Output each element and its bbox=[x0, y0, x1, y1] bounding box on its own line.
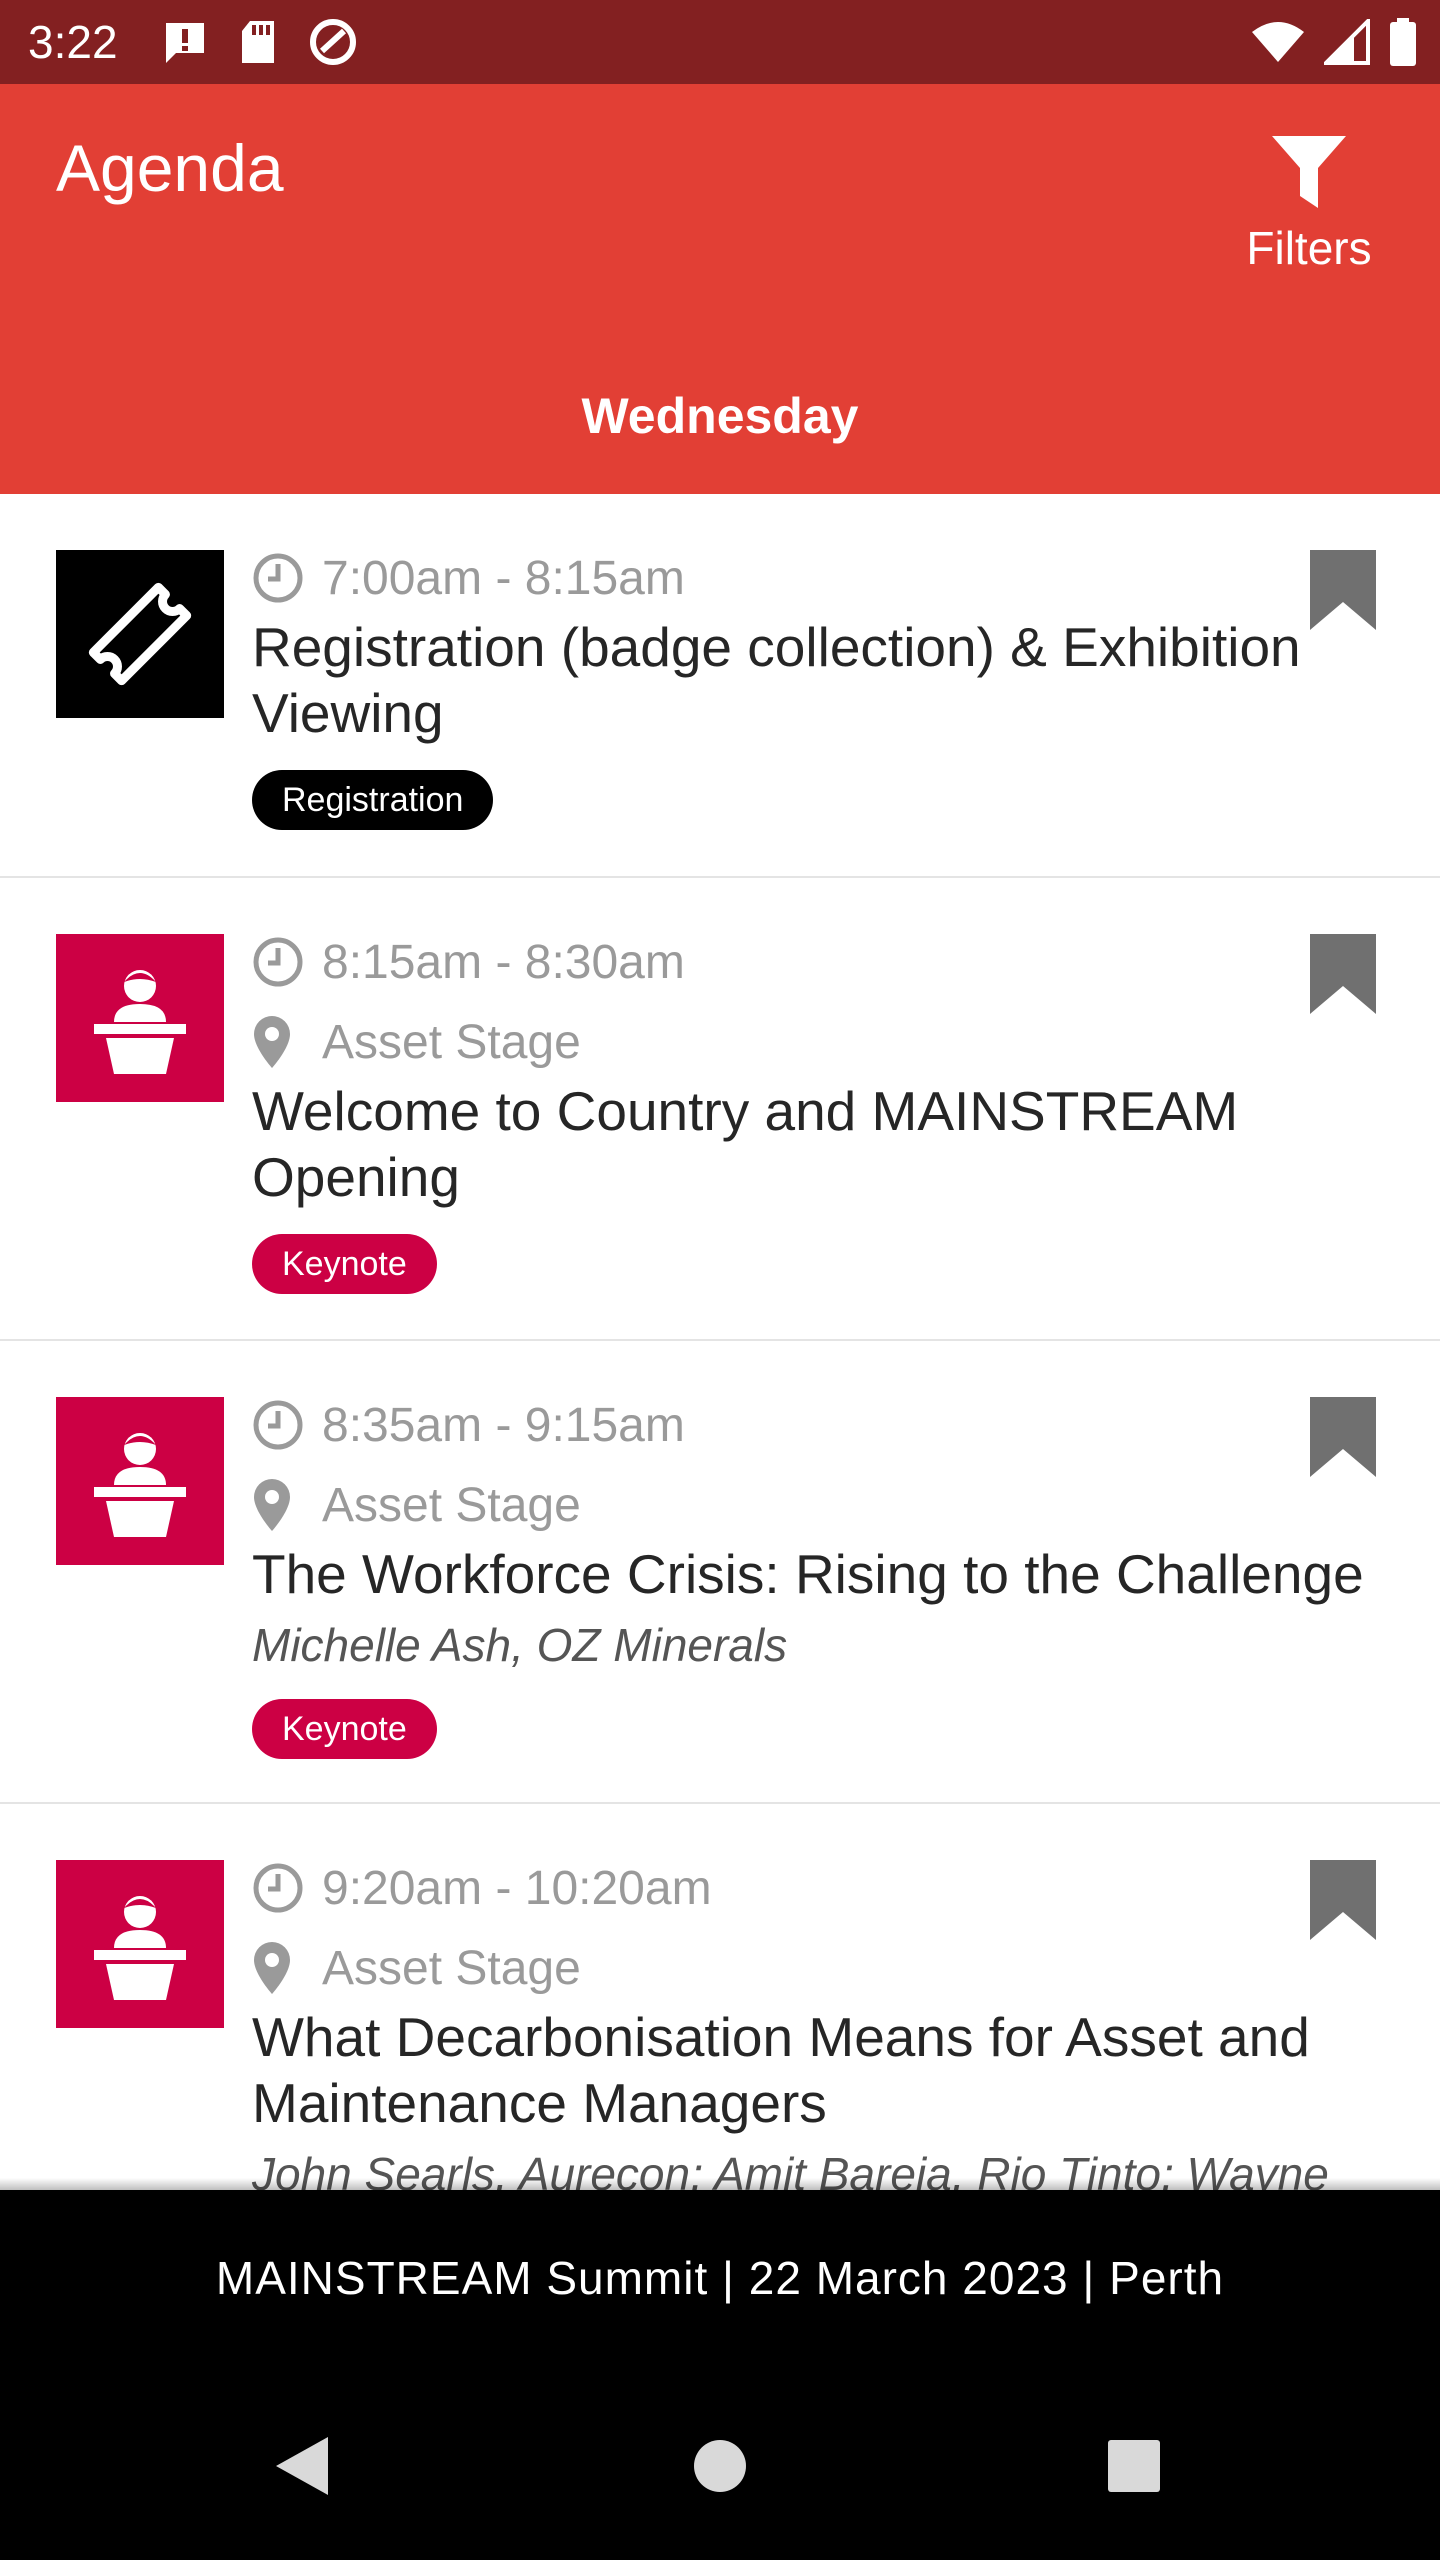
session-time: 7:00am - 8:15am bbox=[322, 551, 685, 605]
cell-signal-icon bbox=[1324, 19, 1370, 65]
session-title[interactable]: Registration (badge collection) & Exhibi… bbox=[252, 614, 1400, 746]
bookmark-icon[interactable] bbox=[1310, 1397, 1376, 1477]
session-time: 8:15am - 8:30am bbox=[322, 935, 685, 989]
speaker-podium-icon bbox=[94, 1896, 186, 2000]
clock-icon bbox=[252, 934, 304, 990]
session-item[interactable]: 8:15am - 8:30am Asset Stage Welcome to C… bbox=[0, 878, 1440, 1341]
back-button[interactable] bbox=[262, 2426, 342, 2506]
session-content: 8:35am - 9:15am Asset Stage The Workforc… bbox=[252, 1397, 1400, 1759]
session-location: Asset Stage bbox=[322, 1941, 581, 1995]
recents-square-icon bbox=[1108, 2440, 1160, 2492]
session-location: Asset Stage bbox=[322, 1015, 581, 1069]
session-title[interactable]: What Decarbonisation Means for Asset and… bbox=[252, 2004, 1400, 2136]
location-pin-icon bbox=[252, 1477, 304, 1533]
session-time-row: 9:20am - 10:20am bbox=[252, 1860, 1400, 1916]
session-time-row: 7:00am - 8:15am bbox=[252, 550, 1400, 606]
session-location-row: Asset Stage bbox=[252, 1940, 1400, 1996]
session-tag: Registration bbox=[252, 770, 494, 830]
session-tag: Keynote bbox=[252, 1234, 437, 1294]
system-navigation-bar bbox=[0, 2366, 1440, 2560]
status-system-icons bbox=[1250, 18, 1418, 66]
status-notification-icons bbox=[162, 18, 358, 66]
battery-icon bbox=[1390, 18, 1416, 66]
back-triangle-icon bbox=[276, 2437, 328, 2495]
app-bar: Agenda Filters Wednesday bbox=[0, 84, 1440, 494]
speaker-podium-icon bbox=[94, 970, 186, 1074]
page-title: Agenda bbox=[56, 131, 284, 205]
session-title[interactable]: The Workforce Crisis: Rising to the Chal… bbox=[252, 1541, 1400, 1607]
clock-icon bbox=[252, 1860, 304, 1916]
session-item[interactable]: 7:00am - 8:15am Registration (badge coll… bbox=[0, 494, 1440, 878]
agenda-list[interactable]: 7:00am - 8:15am Registration (badge coll… bbox=[0, 494, 1440, 2190]
session-time-row: 8:35am - 9:15am bbox=[252, 1397, 1400, 1453]
session-tag: Keynote bbox=[252, 1699, 437, 1759]
session-thumbnail bbox=[56, 934, 224, 1102]
recents-button[interactable] bbox=[1094, 2426, 1174, 2506]
session-thumbnail bbox=[56, 1397, 224, 1565]
session-location: Asset Stage bbox=[322, 1478, 581, 1532]
home-button[interactable] bbox=[680, 2426, 760, 2506]
session-location-row: Asset Stage bbox=[252, 1014, 1400, 1070]
wifi-icon bbox=[1252, 22, 1304, 62]
status-time: 3:22 bbox=[28, 16, 118, 68]
session-content: 7:00am - 8:15am Registration (badge coll… bbox=[252, 550, 1400, 830]
filter-funnel-icon bbox=[1272, 136, 1346, 208]
bookmark-icon[interactable] bbox=[1310, 550, 1376, 630]
filters-label: Filters bbox=[1246, 222, 1372, 274]
location-pin-icon bbox=[252, 1014, 304, 1070]
session-title[interactable]: Welcome to Country and MAINSTREAM Openin… bbox=[252, 1078, 1400, 1210]
session-location-row: Asset Stage bbox=[252, 1477, 1400, 1533]
session-content: 8:15am - 8:30am Asset Stage Welcome to C… bbox=[252, 934, 1400, 1294]
ticket-icon bbox=[88, 582, 192, 686]
event-banner: MAINSTREAM Summit | 22 March 2023 | Pert… bbox=[0, 2190, 1440, 2366]
location-pin-icon bbox=[252, 1940, 304, 1996]
session-time: 9:20am - 10:20am bbox=[322, 1861, 712, 1915]
filters-button[interactable]: Filters bbox=[1234, 134, 1384, 276]
bookmark-icon[interactable] bbox=[1310, 1860, 1376, 1940]
session-content: 9:20am - 10:20am Asset Stage What Decarb… bbox=[252, 1860, 1400, 2191]
speaker-podium-icon bbox=[94, 1433, 186, 1537]
alert-notification-icon bbox=[166, 23, 204, 63]
sd-card-icon bbox=[242, 21, 274, 63]
home-circle-icon bbox=[694, 2440, 746, 2492]
clock-icon bbox=[252, 1397, 304, 1453]
bookmark-icon[interactable] bbox=[1310, 934, 1376, 1014]
session-speakers: Michelle Ash, OZ Minerals bbox=[252, 1619, 788, 1671]
status-bar: 3:22 bbox=[0, 0, 1440, 84]
session-thumbnail bbox=[56, 550, 224, 718]
do-not-disturb-icon bbox=[310, 19, 356, 65]
day-tab-wednesday[interactable]: Wednesday bbox=[0, 384, 1440, 448]
session-thumbnail bbox=[56, 1860, 224, 2028]
clock-icon bbox=[252, 550, 304, 606]
footer-shadow bbox=[0, 2178, 1440, 2190]
session-time-row: 8:15am - 8:30am bbox=[252, 934, 1400, 990]
session-item[interactable]: 9:20am - 10:20am Asset Stage What Decarb… bbox=[0, 1804, 1440, 2190]
session-item[interactable]: 8:35am - 9:15am Asset Stage The Workforc… bbox=[0, 1341, 1440, 1804]
session-time: 8:35am - 9:15am bbox=[322, 1398, 685, 1452]
